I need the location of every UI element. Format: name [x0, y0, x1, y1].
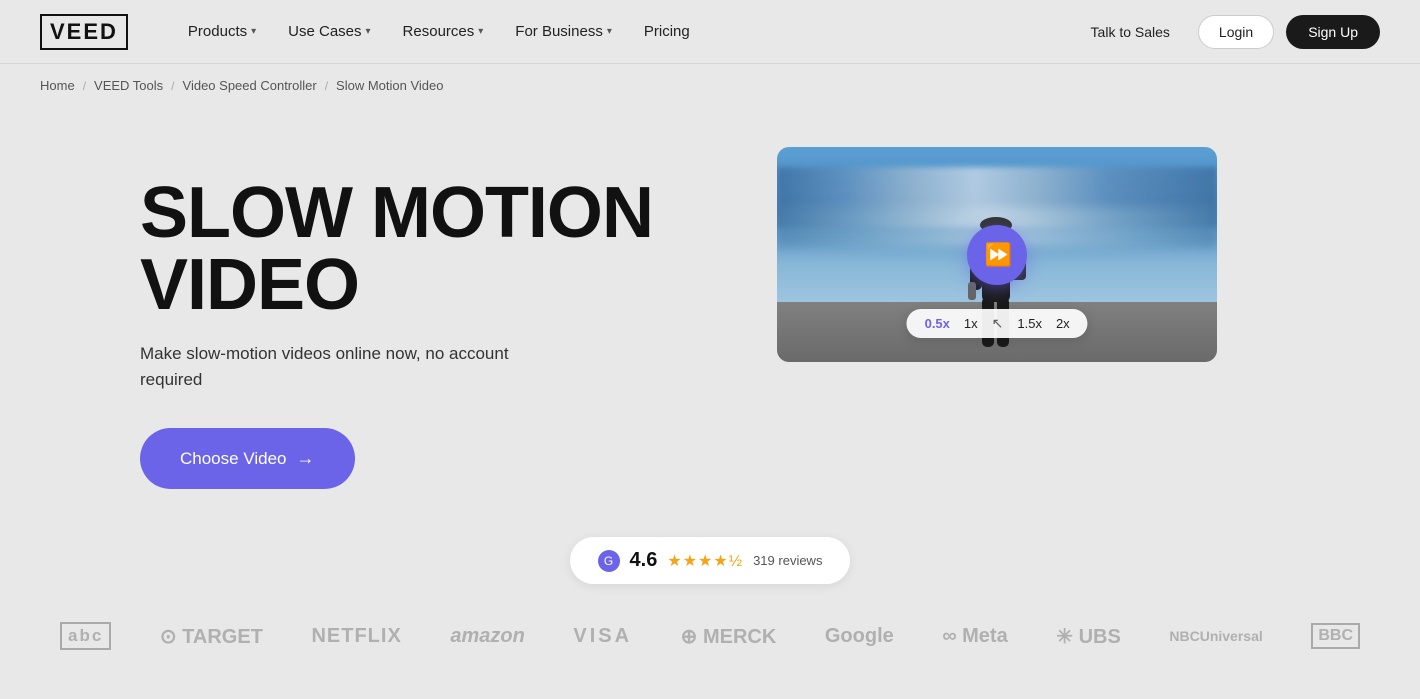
hero-section: SLOW MOTION VIDEO Make slow-motion video… — [0, 107, 1420, 527]
chevron-down-icon: ▾ — [251, 26, 256, 37]
nav-resources[interactable]: Resources ▾ — [403, 23, 484, 40]
hero-title: SLOW MOTION VIDEO — [140, 177, 654, 321]
nav-links: Products ▾ Use Cases ▾ Resources ▾ For B… — [188, 23, 1075, 40]
chevron-down-icon: ▾ — [366, 26, 371, 37]
breadcrumb-sep-2: / — [171, 79, 174, 93]
speed-1x[interactable]: 1x — [964, 316, 978, 331]
brand-merck: ⊕ MERCK — [681, 624, 777, 649]
nav-for-business[interactable]: For Business ▾ — [515, 23, 612, 40]
fast-forward-icon: ⏩ — [984, 242, 1011, 268]
breadcrumb-video-speed-controller[interactable]: Video Speed Controller — [183, 78, 317, 93]
brand-amazon: amazon — [450, 625, 524, 648]
nav-pricing[interactable]: Pricing — [644, 23, 690, 40]
brand-google: Google — [825, 625, 894, 648]
login-button[interactable]: Login — [1198, 15, 1274, 49]
nav-use-cases[interactable]: Use Cases ▾ — [288, 23, 370, 40]
brand-meta: ∞ Meta — [942, 625, 1007, 648]
brand-target: ⊙ TARGET — [160, 624, 263, 649]
signup-button[interactable]: Sign Up — [1286, 15, 1380, 49]
breadcrumb: Home / VEED Tools / Video Speed Controll… — [0, 64, 1420, 107]
breadcrumb-home[interactable]: Home — [40, 78, 75, 93]
hero-left: SLOW MOTION VIDEO Make slow-motion video… — [140, 147, 654, 489]
speed-control-bar: 0.5x 1x ↖ 1.5x 2x — [907, 309, 1088, 338]
hero-subtitle: Make slow-motion videos online now, no a… — [140, 341, 520, 392]
breadcrumb-sep-3: / — [325, 79, 328, 93]
rating-score: 4.6 — [630, 549, 658, 572]
speed-2x[interactable]: 2x — [1056, 316, 1070, 331]
rating-platform-icon: G — [598, 550, 620, 572]
nav-right: Talk to Sales Login Sign Up — [1075, 15, 1380, 49]
rating-reviews: 319 reviews — [753, 553, 822, 568]
brand-abc: abc — [60, 622, 111, 650]
speed-1.5x[interactable]: 1.5x — [1017, 316, 1042, 331]
brand-netflix: NETFLIX — [311, 625, 401, 648]
hero-right: ⏩ 0.5x 1x ↖ 1.5x 2x — [714, 147, 1280, 362]
breadcrumb-veed-tools[interactable]: VEED Tools — [94, 78, 163, 93]
video-thumbnail: ⏩ 0.5x 1x ↖ 1.5x 2x — [777, 147, 1217, 362]
brand-bbc: BBC — [1311, 623, 1360, 649]
brand-ubs: ✳ UBS — [1056, 624, 1121, 649]
brands-strip: abc ⊙ TARGET NETFLIX amazon VISA ⊕ MERCK… — [0, 604, 1420, 668]
breadcrumb-current: Slow Motion Video — [336, 78, 443, 93]
choose-video-button[interactable]: Choose Video → — [140, 428, 355, 489]
logo[interactable]: VEED — [40, 14, 128, 50]
arrow-icon: → — [297, 448, 315, 469]
breadcrumb-sep-1: / — [83, 79, 86, 93]
brand-visa: VISA — [573, 625, 632, 648]
brand-nbcuniversal: NBCUniversal — [1169, 628, 1262, 644]
rating-bar: G 4.6 ★★★★½ 319 reviews — [570, 537, 851, 584]
rating-stars: ★★★★½ — [667, 551, 743, 571]
play-button[interactable]: ⏩ — [967, 225, 1027, 285]
speed-0.5x[interactable]: 0.5x — [925, 316, 950, 331]
chevron-down-icon: ▾ — [607, 26, 612, 37]
nav-products[interactable]: Products ▾ — [188, 23, 256, 40]
chevron-down-icon: ▾ — [478, 26, 483, 37]
talk-to-sales-button[interactable]: Talk to Sales — [1075, 16, 1186, 48]
cursor-icon: ↖ — [992, 315, 1004, 332]
rating-section: G 4.6 ★★★★½ 319 reviews — [0, 537, 1420, 584]
navbar: VEED Products ▾ Use Cases ▾ Resources ▾ … — [0, 0, 1420, 64]
